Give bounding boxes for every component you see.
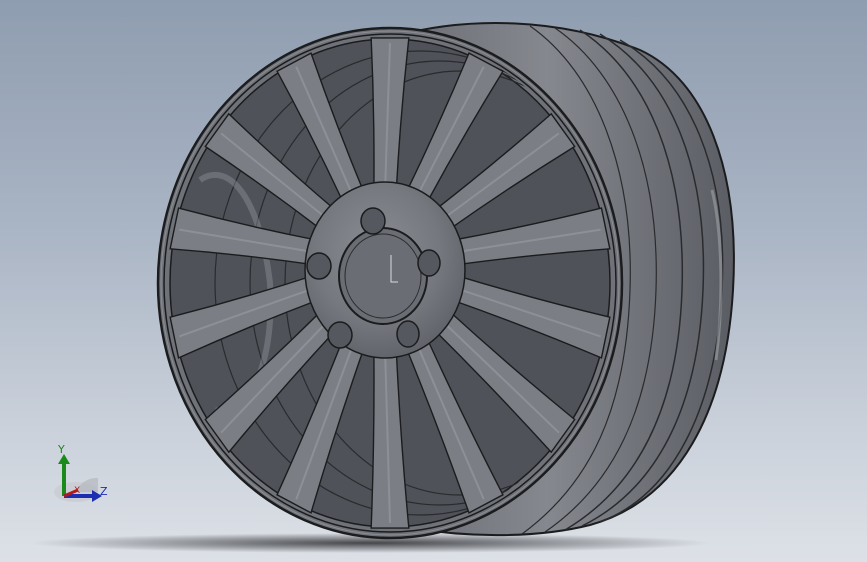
lug-hole-2 — [417, 249, 441, 277]
lug-hole-1 — [360, 207, 386, 235]
wheel-model[interactable] — [0, 0, 867, 562]
center-bore — [338, 227, 428, 325]
view-orientation-triad: Y X Z — [44, 438, 124, 508]
hub — [304, 181, 466, 359]
lug-hole-5 — [306, 252, 332, 280]
triad-x-label: X — [74, 486, 81, 496]
lug-hole-3 — [396, 320, 420, 348]
triad-z-label: Z — [100, 485, 108, 498]
triad-y-label: Y — [58, 443, 65, 456]
graphics-viewport[interactable]: Y X Z — [0, 0, 867, 562]
lug-hole-4 — [327, 321, 353, 349]
triad-graphic — [54, 454, 102, 502]
